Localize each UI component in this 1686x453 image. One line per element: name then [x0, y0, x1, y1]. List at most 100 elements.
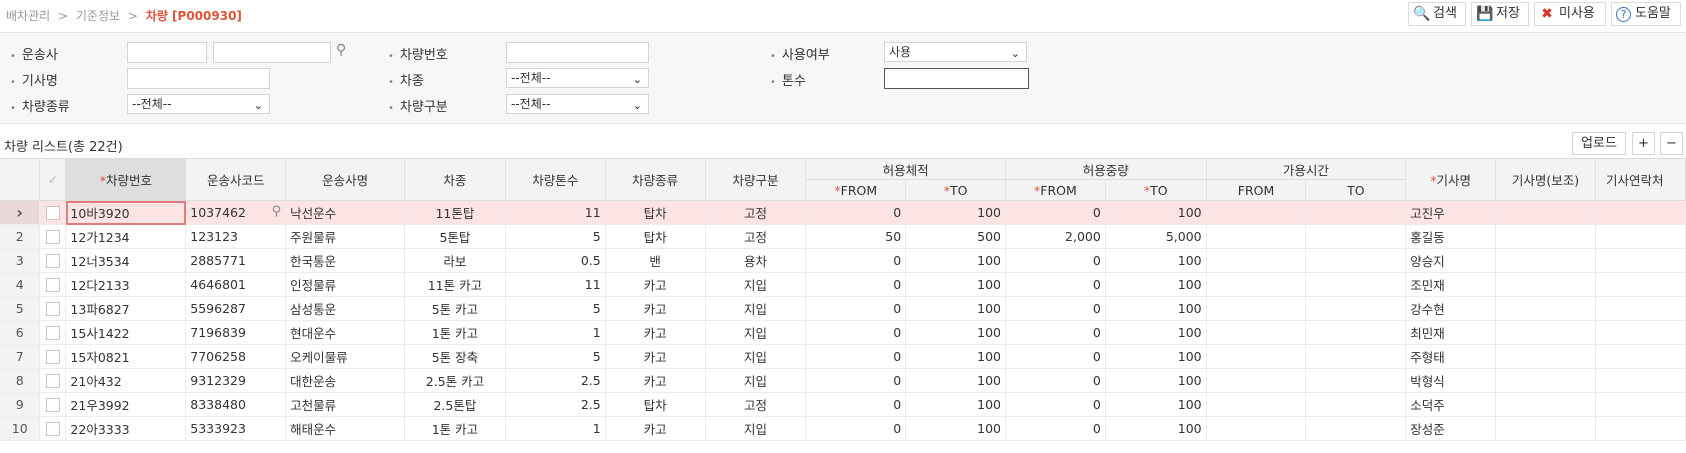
cell-weight-to[interactable]: 100	[1105, 272, 1207, 297]
cell-time-to[interactable]	[1305, 344, 1407, 369]
cell-time-from[interactable]	[1206, 248, 1307, 273]
cell-tonnage[interactable]: 11	[505, 272, 606, 297]
cell-time-to[interactable]	[1305, 224, 1407, 249]
cell-volume-from[interactable]: 0	[805, 200, 907, 225]
cell-class[interactable]: 지입	[705, 344, 807, 369]
cell-volume-to[interactable]: 100	[905, 248, 1006, 273]
cell-time-to[interactable]	[1305, 320, 1407, 345]
cell-carrier-name[interactable]: 낙선운수	[285, 200, 405, 225]
cell-vehicle-no[interactable]: 22아3333	[65, 416, 187, 441]
cell-model[interactable]: 5톤 카고	[404, 296, 506, 321]
cell-carrier-name[interactable]: 인정물류	[285, 272, 405, 297]
row-checkbox[interactable]	[39, 248, 67, 273]
cell-driver[interactable]: 최민재	[1405, 320, 1497, 345]
table-row[interactable]: › 10바3920 1037462 ⚲ 낙선운수 11톤탑 11 탑차 고정 0 100 0 100 고진…	[0, 200, 1686, 225]
cell-weight-to[interactable]: 5,000	[1105, 224, 1207, 249]
col-tonnage[interactable]: 차량톤수	[505, 159, 606, 201]
cell-type[interactable]: 카고	[605, 368, 706, 393]
cell-weight-to[interactable]: 100	[1105, 296, 1207, 321]
cell-volume-from[interactable]: 0	[805, 416, 907, 441]
remove-row-button[interactable]: −	[1660, 132, 1683, 155]
col-time-from[interactable]: FROM	[1206, 179, 1307, 201]
cell-time-from[interactable]	[1206, 320, 1307, 345]
cell-model[interactable]: 5톤탑	[404, 224, 506, 249]
cell-weight-to[interactable]: 100	[1105, 416, 1207, 441]
checkbox[interactable]	[45, 374, 60, 389]
checkbox[interactable]	[45, 350, 60, 365]
table-row[interactable]: 3 12너3534 2885771 한국통운 라보 0.5 밴 용차 0 100 0 100 양승지	[0, 248, 1686, 273]
cell-class[interactable]: 지입	[705, 320, 807, 345]
cell-class[interactable]: 지입	[705, 416, 807, 441]
cell-driver[interactable]: 강수현	[1405, 296, 1497, 321]
cell-volume-to[interactable]: 100	[905, 200, 1006, 225]
cell-time-from[interactable]	[1206, 296, 1307, 321]
col-driver[interactable]: *기사명	[1405, 159, 1497, 201]
cell-volume-to[interactable]: 100	[905, 320, 1006, 345]
cell-driver-contact[interactable]	[1595, 200, 1686, 225]
cell-driver-contact[interactable]	[1595, 320, 1686, 345]
cell-carrier-code[interactable]: 123123	[185, 224, 287, 249]
cell-weight-to[interactable]: 100	[1105, 368, 1207, 393]
cell-model[interactable]: 11톤탑	[404, 200, 506, 225]
table-row[interactable]: 8 21아432 9312329 대한운송 2.5톤 카고 2.5 카고 지입 0 100 0 100…	[0, 368, 1686, 393]
cell-time-from[interactable]	[1206, 368, 1307, 393]
cell-carrier-code[interactable]: 1037462 ⚲	[185, 200, 287, 225]
cell-driver-contact[interactable]	[1595, 272, 1686, 297]
cell-weight-to[interactable]: 100	[1105, 320, 1207, 345]
cell-vehicle-no[interactable]: 12가1234	[65, 224, 187, 249]
cell-time-to[interactable]	[1305, 416, 1407, 441]
cell-type[interactable]: 카고	[605, 416, 706, 441]
row-checkbox[interactable]	[39, 392, 67, 417]
cell-type[interactable]: 카고	[605, 344, 706, 369]
cell-volume-from[interactable]: 0	[805, 368, 907, 393]
model-select[interactable]: --전체-- ⌄	[506, 68, 649, 88]
cell-driver-sub[interactable]	[1495, 344, 1596, 369]
cell-driver[interactable]: 박형식	[1405, 368, 1497, 393]
cell-vehicle-no[interactable]: 12다2133	[65, 272, 187, 297]
cell-vehicle-no[interactable]: 21우3992	[65, 392, 187, 417]
cell-time-to[interactable]	[1305, 296, 1407, 321]
cell-model[interactable]: 1톤 카고	[404, 320, 506, 345]
cell-weight-from[interactable]: 0	[1005, 296, 1106, 321]
help-button[interactable]: ? 도움말	[1611, 2, 1681, 26]
cell-driver-sub[interactable]	[1495, 416, 1596, 441]
row-checkbox[interactable]	[39, 296, 67, 321]
cell-time-from[interactable]	[1206, 392, 1307, 417]
cell-driver-contact[interactable]	[1595, 344, 1686, 369]
driver-input[interactable]	[127, 68, 270, 89]
cell-carrier-code[interactable]: 9312329	[185, 368, 287, 393]
cell-carrier-name[interactable]: 주원물류	[285, 224, 405, 249]
cell-tonnage[interactable]: 11	[505, 200, 606, 225]
breadcrumb-item[interactable]: 기준정보	[76, 9, 120, 23]
save-button[interactable]: 💾 저장	[1471, 2, 1529, 26]
cell-class[interactable]: 지입	[705, 368, 807, 393]
cell-driver-contact[interactable]	[1595, 248, 1686, 273]
col-weight-to[interactable]: *TO	[1105, 179, 1207, 201]
cell-model[interactable]: 2.5톤탑	[404, 392, 506, 417]
cell-carrier-name[interactable]: 현대운수	[285, 320, 405, 345]
vehicle-class-select[interactable]: --전체-- ⌄	[506, 94, 649, 114]
cell-time-from[interactable]	[1206, 344, 1307, 369]
cell-tonnage[interactable]: 5	[505, 344, 606, 369]
cell-carrier-code[interactable]: 7706258	[185, 344, 287, 369]
cell-class[interactable]: 용차	[705, 248, 807, 273]
cell-volume-from[interactable]: 0	[805, 248, 907, 273]
add-row-button[interactable]: +	[1632, 132, 1655, 155]
cell-class[interactable]: 고정	[705, 200, 807, 225]
cell-driver-sub[interactable]	[1495, 320, 1596, 345]
cell-tonnage[interactable]: 5	[505, 224, 606, 249]
cell-time-to[interactable]	[1305, 368, 1407, 393]
col-driver-contact[interactable]: 기사연락처	[1595, 159, 1686, 201]
tonnage-input[interactable]	[884, 68, 1029, 89]
cell-model[interactable]: 5톤 장축	[404, 344, 506, 369]
checkbox[interactable]	[45, 278, 60, 293]
cell-driver-sub[interactable]	[1495, 392, 1596, 417]
breadcrumb-item[interactable]: 배차관리	[6, 9, 50, 23]
col-time-to[interactable]: TO	[1305, 179, 1407, 201]
col-volume-to[interactable]: *TO	[905, 179, 1006, 201]
cell-weight-to[interactable]: 100	[1105, 392, 1207, 417]
cell-type[interactable]: 카고	[605, 320, 706, 345]
cell-carrier-name[interactable]: 삼성통운	[285, 296, 405, 321]
cell-driver-contact[interactable]	[1595, 368, 1686, 393]
checkbox[interactable]	[45, 326, 60, 341]
